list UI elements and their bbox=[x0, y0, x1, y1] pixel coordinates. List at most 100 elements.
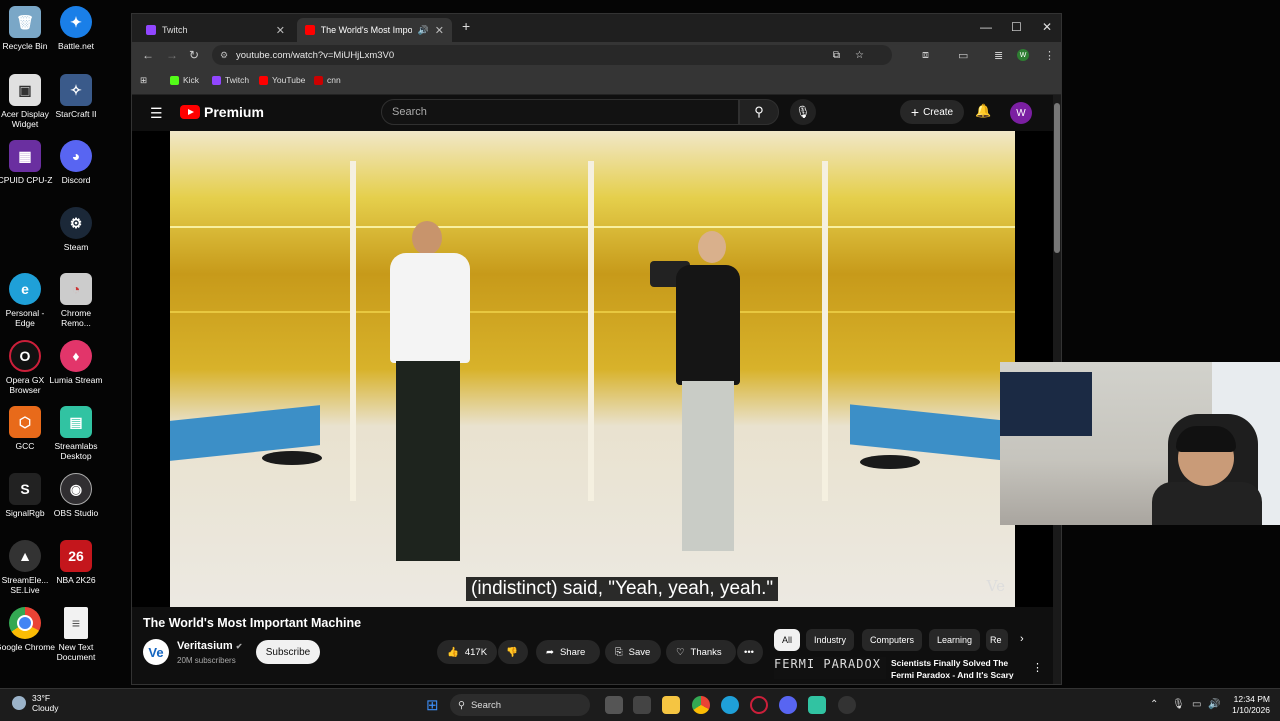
desktop-icon-starcraft[interactable]: ✧ StarCraft II bbox=[46, 74, 106, 119]
extensions-icon[interactable]: ⧈ bbox=[922, 49, 929, 62]
youtube-logo[interactable]: Premium bbox=[180, 104, 264, 120]
discord-icon: ◕ bbox=[60, 140, 92, 172]
recommended-thumbnail[interactable]: FERMI PARADOX bbox=[774, 657, 886, 679]
more-actions-button[interactable]: ••• bbox=[737, 640, 763, 664]
streamlabs-taskbar-icon[interactable] bbox=[808, 696, 826, 714]
weather-widget[interactable]: 33°F Cloudy bbox=[12, 693, 58, 713]
lab-bench-right bbox=[850, 404, 1015, 462]
desktop-icon-obs[interactable]: ◉ OBS Studio bbox=[46, 473, 106, 518]
subscribe-button[interactable]: Subscribe bbox=[256, 640, 320, 664]
window-close-icon[interactable]: ✕ bbox=[1042, 20, 1052, 34]
desktop-icon-battlenet[interactable]: ✦ Battle.net bbox=[46, 6, 106, 51]
search-input[interactable]: Search bbox=[381, 99, 739, 125]
share-button[interactable]: ➦ Share bbox=[536, 640, 600, 664]
desktop-icon-streamlabs[interactable]: ▤ Streamlabs Desktop bbox=[46, 406, 106, 461]
minimize-icon[interactable]: — bbox=[980, 20, 992, 34]
volume-icon[interactable]: 🔊 bbox=[1208, 699, 1220, 710]
system-clock[interactable]: 12:34 PM 1/10/2026 bbox=[1226, 694, 1270, 716]
cabinet-frame bbox=[350, 161, 356, 501]
url-input[interactable]: ⚙ youtube.com/watch?v=MiUHjLxm3V0 ⧉ ☆ bbox=[212, 45, 892, 65]
file-explorer-icon[interactable] bbox=[662, 696, 680, 714]
site-info-icon[interactable]: ⚙ bbox=[220, 50, 228, 61]
microphone-icon[interactable]: 🎙 bbox=[1172, 699, 1185, 710]
microphone-icon: 🎙 bbox=[795, 105, 811, 119]
tab-search-icon[interactable]: ≣ bbox=[994, 49, 1003, 62]
tab-youtube[interactable]: The World's Most Importan 🔊 ✕ bbox=[297, 18, 452, 42]
forward-icon[interactable]: → bbox=[166, 48, 178, 62]
thumbs-down-icon: 👎 bbox=[506, 646, 518, 658]
sidepanel-icon[interactable]: ▭ bbox=[958, 49, 968, 62]
opera-gx-taskbar-icon[interactable] bbox=[750, 696, 768, 714]
video-caption: (indistinct) said, "Yeah, yeah, yeah." bbox=[466, 577, 779, 601]
browser-window: Twitch ✕ The World's Most Importan 🔊 ✕ +… bbox=[131, 13, 1062, 685]
cpuz-icon: ▦ bbox=[9, 140, 41, 172]
network-icon[interactable]: ▭ bbox=[1192, 699, 1201, 710]
chip-computers[interactable]: Computers bbox=[862, 629, 923, 651]
bookmark-kick[interactable]: Kick bbox=[170, 75, 199, 85]
channel-watermark[interactable]: Ve bbox=[987, 577, 1005, 595]
desktop-icon-nba2k26[interactable]: 26 NBA 2K26 bbox=[46, 540, 106, 585]
lumia-stream-icon: ♦ bbox=[60, 340, 92, 372]
chip-all[interactable]: All bbox=[774, 629, 801, 651]
like-button[interactable]: 👍 417K bbox=[437, 640, 497, 664]
windows-start-icon[interactable]: ⊞ bbox=[426, 696, 439, 714]
thanks-button[interactable]: ♡ Thanks bbox=[666, 640, 736, 664]
save-button[interactable]: ⎘ Save bbox=[605, 640, 661, 664]
search-button[interactable]: ⚲ bbox=[739, 99, 779, 125]
back-icon[interactable]: ← bbox=[142, 48, 154, 62]
bookmark-twitch[interactable]: Twitch bbox=[212, 75, 249, 85]
taskbar-search[interactable]: ⚲ Search bbox=[450, 694, 590, 716]
kebab-menu-icon[interactable]: ⋮ bbox=[1044, 49, 1055, 62]
chrome-taskbar-icon[interactable] bbox=[692, 696, 710, 714]
speaker-icon[interactable]: 🔊 bbox=[418, 25, 429, 36]
chevron-right-icon[interactable]: › bbox=[1020, 633, 1024, 645]
chip-more[interactable]: Re bbox=[986, 629, 1008, 651]
close-icon[interactable]: ✕ bbox=[435, 24, 444, 37]
streamelements-taskbar-icon[interactable] bbox=[838, 696, 856, 714]
search-icon: ⚲ bbox=[458, 699, 465, 711]
new-tab-icon[interactable]: + bbox=[462, 18, 470, 34]
signalrgb-icon: S bbox=[9, 473, 41, 505]
dislike-button[interactable]: 👎 bbox=[498, 640, 528, 664]
kebab-menu-icon[interactable]: ⋮ bbox=[1032, 661, 1043, 674]
video-frame[interactable]: (indistinct) said, "Yeah, yeah, yeah." V… bbox=[170, 131, 1015, 607]
desktop-icon-steam[interactable]: ⚙ Steam bbox=[46, 207, 106, 252]
channel-avatar[interactable]: Ve bbox=[143, 639, 169, 665]
task-view-icon[interactable] bbox=[605, 696, 623, 714]
bookmark-cnn[interactable]: cnn bbox=[314, 75, 341, 85]
desktop-icon-lumia-stream[interactable]: ♦ Lumia Stream bbox=[46, 340, 106, 385]
edge-taskbar-icon[interactable] bbox=[721, 696, 739, 714]
notifications-bell-icon[interactable]: 🔔 bbox=[975, 103, 991, 119]
hamburger-menu-icon[interactable]: ☰ bbox=[150, 105, 163, 122]
streamer-body bbox=[1152, 482, 1262, 525]
streamelements-icon: ▲ bbox=[9, 540, 41, 572]
bookmark-youtube[interactable]: YouTube bbox=[259, 75, 305, 85]
profile-avatar[interactable]: W bbox=[1017, 49, 1029, 61]
maximize-icon[interactable]: ☐ bbox=[1011, 20, 1022, 34]
install-app-icon[interactable]: ⧉ bbox=[833, 50, 840, 61]
bookmark-star-icon[interactable]: ☆ bbox=[855, 50, 864, 61]
chevron-up-icon[interactable]: ⌃ bbox=[1150, 699, 1158, 710]
chip-learning[interactable]: Learning bbox=[929, 629, 981, 651]
account-avatar[interactable]: W bbox=[1010, 102, 1032, 124]
close-icon[interactable]: ✕ bbox=[276, 24, 285, 37]
recommended-title[interactable]: Scientists Finally Solved The Fermi Para… bbox=[891, 657, 1021, 679]
desktop-icon-discord[interactable]: ◕ Discord bbox=[46, 140, 106, 185]
discord-taskbar-icon[interactable] bbox=[779, 696, 797, 714]
voice-search-button[interactable]: 🎙 bbox=[790, 99, 816, 125]
apps-grid-icon[interactable]: ⊞ bbox=[140, 75, 147, 86]
desktop-icon-chrome-remote[interactable]: ◔ Chrome Remo... bbox=[46, 273, 106, 328]
more-horizontal-icon: ••• bbox=[744, 646, 754, 658]
cabinet-frame bbox=[822, 161, 828, 501]
chip-industry[interactable]: Industry bbox=[806, 629, 855, 651]
desktop-icon-new-text-document[interactable]: ≡ New Text Document bbox=[46, 607, 106, 662]
tab-twitch[interactable]: Twitch ✕ bbox=[138, 18, 293, 42]
reload-icon[interactable]: ↻ bbox=[189, 48, 199, 62]
video-title: The World's Most Important Machine bbox=[143, 616, 362, 630]
video-player[interactable]: (indistinct) said, "Yeah, yeah, yeah." V… bbox=[132, 131, 1053, 607]
widgets-icon[interactable] bbox=[633, 696, 651, 714]
create-button[interactable]: + Create bbox=[900, 100, 964, 124]
scrollbar-thumb[interactable] bbox=[1054, 103, 1060, 253]
channel-name[interactable]: Veritasium ✔ bbox=[177, 640, 242, 652]
cloudy-weather-icon bbox=[12, 696, 26, 710]
